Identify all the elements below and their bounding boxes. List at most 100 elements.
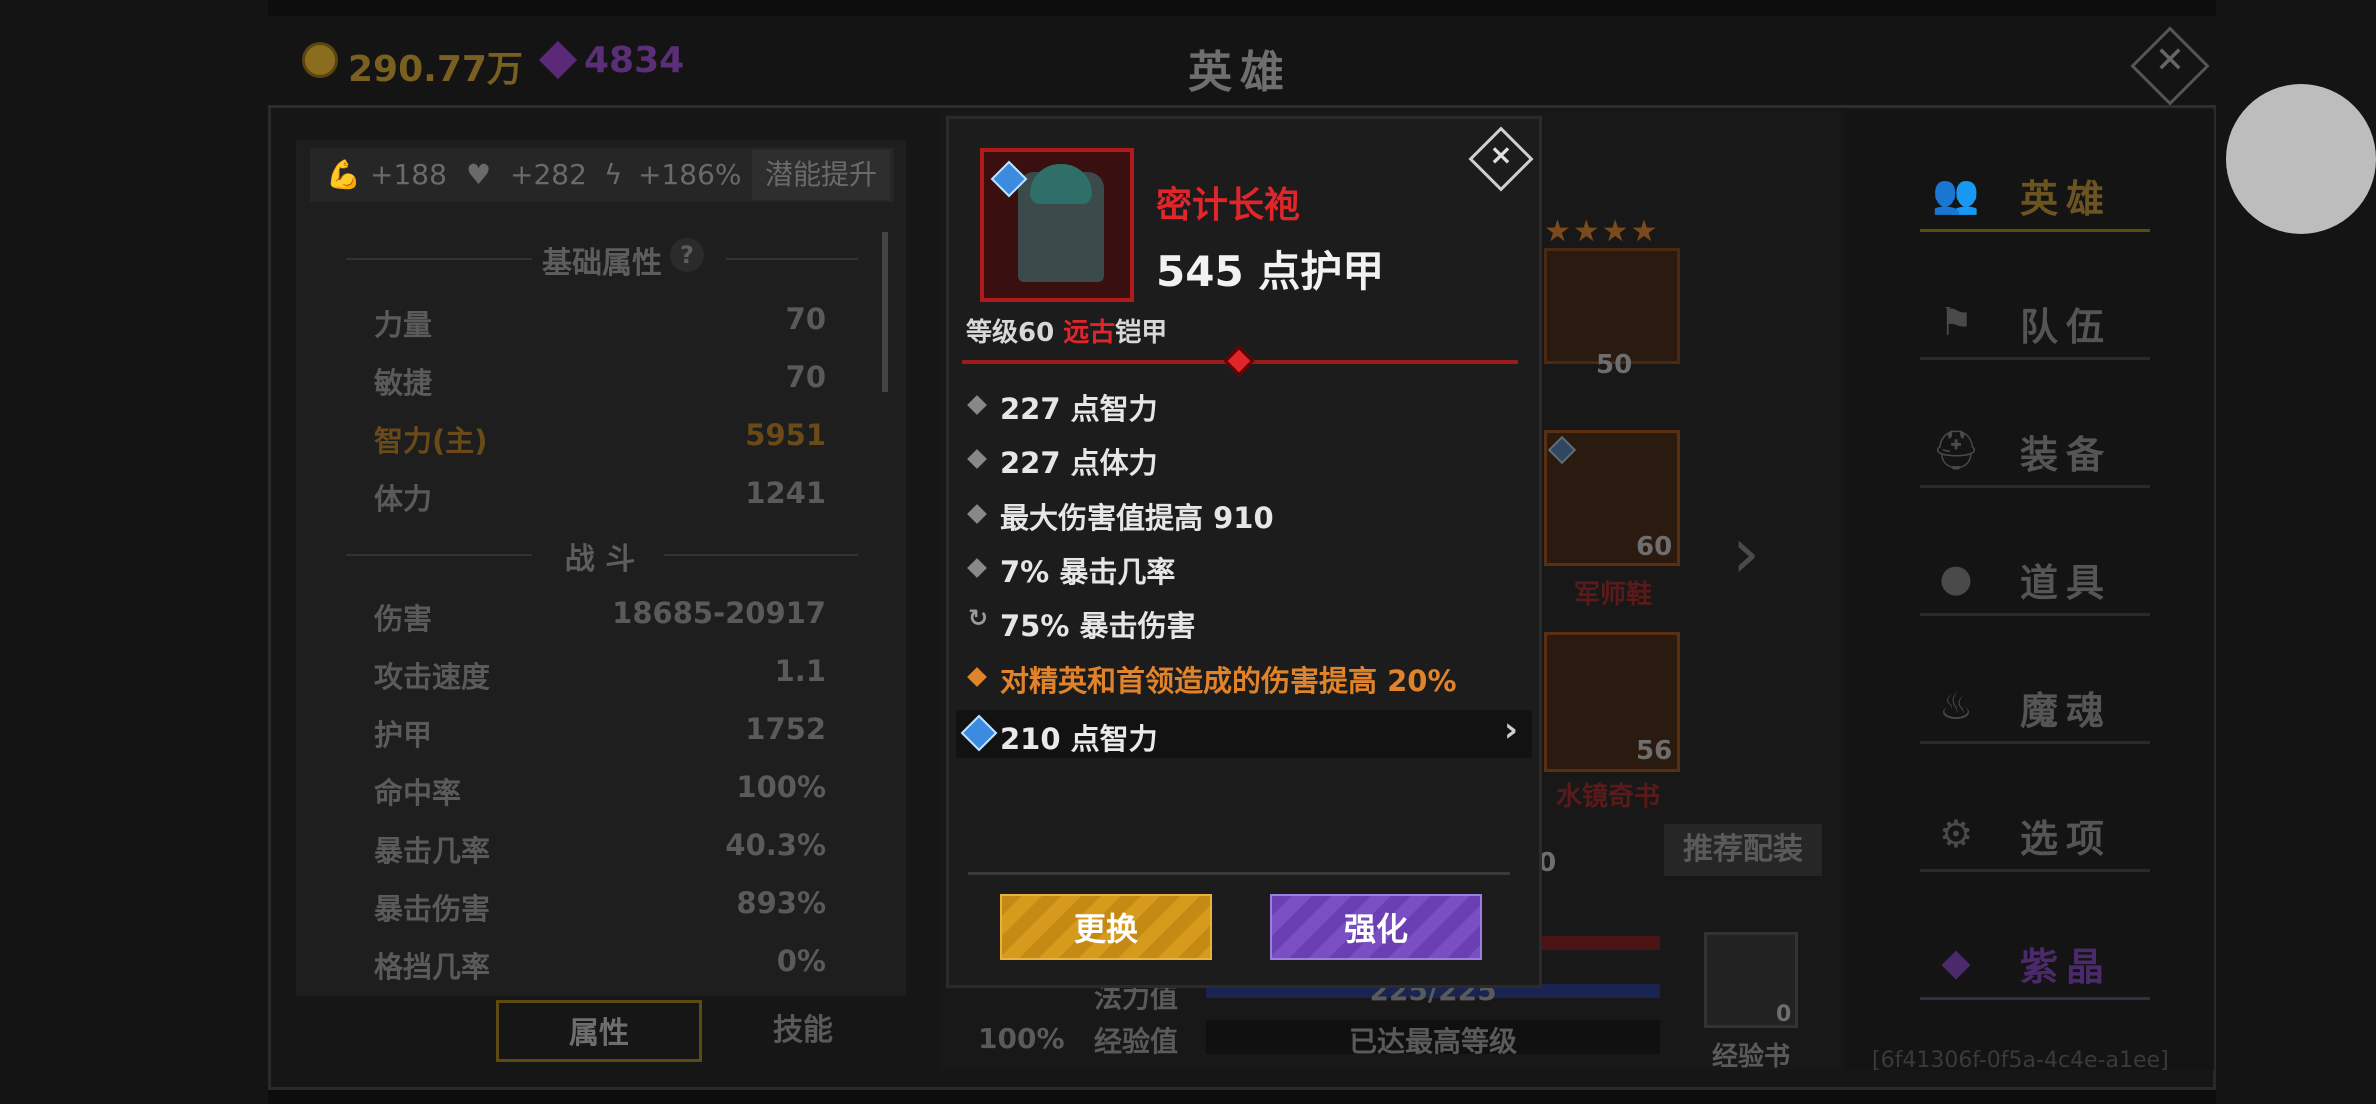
nav-label: 装备	[2020, 433, 2113, 477]
strength-icon: 💪	[326, 158, 361, 191]
game-screen: 290.77万 4834 英雄 ✕ 💪 +188 ♥ +282 ϟ +186% …	[0, 0, 2376, 1104]
flame-icon: ♨	[1938, 684, 1974, 728]
nav-label: 英雄	[2020, 177, 2113, 221]
speed-buff: +186%	[638, 158, 742, 191]
socket-stat: 210 点智力	[1000, 722, 1158, 756]
enhance-button[interactable]: 强化	[1270, 894, 1482, 960]
close-icon: ✕	[2154, 40, 2186, 81]
stat-label: 体力	[374, 482, 433, 516]
stat-value: 70	[785, 360, 826, 394]
chevron-right-icon: ›	[1503, 710, 1518, 750]
left-background	[0, 0, 268, 1104]
nav-label: 队伍	[2020, 305, 2113, 349]
socket-gem-icon	[960, 714, 998, 752]
item-quality: 远古	[1063, 318, 1116, 348]
chevron-right-icon[interactable]: ›	[1732, 512, 1760, 594]
nav-label: 紫晶	[2020, 945, 2113, 989]
item-armor: 545 点护甲	[1156, 247, 1385, 296]
session-id: [6f41306f-0f5a-4c4e-a1ee]	[1872, 1048, 2169, 1073]
item-type: 铠甲	[1115, 318, 1168, 348]
stat-value-primary: 5951	[745, 418, 826, 452]
gear-icon: ⚙	[1938, 812, 1974, 856]
hood-shape	[1030, 164, 1092, 204]
crystal-icon: ◆	[1941, 940, 1971, 984]
socket-row[interactable]: 210 点智力 ›	[956, 710, 1532, 758]
scrollbar[interactable]	[882, 232, 888, 392]
gold-coin-icon	[302, 42, 338, 78]
stat-label: 暴击几率	[374, 834, 491, 868]
nav-team[interactable]: ⚑ 队伍	[1920, 274, 2150, 360]
nav-heroes[interactable]: 👥 英雄	[1920, 146, 2150, 232]
nav-items[interactable]: ● 道具	[1920, 530, 2150, 616]
exp-value: 已达最高等级	[1348, 1025, 1517, 1058]
stat-value: 1752	[745, 712, 826, 746]
divider	[346, 554, 532, 556]
affix: 227 点体力	[1000, 446, 1158, 480]
bag-icon: ●	[1939, 556, 1973, 600]
affix: 7% 暴击几率	[1000, 555, 1176, 589]
affix-legendary: 对精英和首领造成的伤害提高 20%	[1000, 664, 1457, 698]
gold-amount: 290.77万	[348, 49, 523, 90]
nav-equipment[interactable]: ⛑ 装备	[1920, 402, 2150, 488]
affix: 最大伤害值提高 910	[1000, 501, 1274, 535]
stat-label: 命中率	[374, 776, 462, 810]
window-title: 英雄	[1188, 47, 1292, 98]
close-icon: ×	[1489, 138, 1513, 171]
equipment-slot-top[interactable]	[1544, 248, 1680, 364]
stat-label: 格挡几率	[374, 950, 491, 984]
basic-section-title: 基础属性	[542, 246, 662, 281]
stat-label: 敏捷	[374, 366, 433, 400]
tab-skills[interactable]: 技能	[720, 1000, 886, 1062]
heart-icon: ♥	[466, 158, 492, 191]
slot-level: 60	[1636, 532, 1673, 562]
stat-label: 力量	[374, 308, 433, 342]
gem-amount: 4834	[584, 40, 685, 81]
slot-level: 56	[1636, 736, 1673, 766]
strength-buff: +188	[370, 158, 447, 191]
divider	[726, 258, 858, 260]
nav-label: 选项	[2020, 817, 2113, 861]
nav-crystal[interactable]: ◆ 紫晶	[1920, 914, 2150, 1000]
floating-button[interactable]	[2226, 84, 2376, 234]
lightning-icon: ϟ	[604, 158, 623, 191]
nav-label: 魔魂	[2020, 689, 2113, 733]
stat-value: 40.3%	[725, 828, 826, 862]
tab-attributes[interactable]: 属性	[496, 1000, 702, 1062]
stat-label: 攻击速度	[374, 660, 491, 694]
help-button[interactable]: ?	[670, 238, 704, 272]
percent-value: 100%	[978, 1022, 1065, 1055]
nav-soul[interactable]: ♨ 魔魂	[1920, 658, 2150, 744]
recommend-loadout-button[interactable]: 推荐配装	[1664, 824, 1822, 876]
stat-value: 0%	[776, 944, 826, 978]
nav-label: 道具	[2020, 561, 2113, 605]
item-name: 密计长袍	[1156, 185, 1301, 226]
affix-rerolled: 75% 暴击伤害	[1000, 609, 1196, 643]
nav-options[interactable]: ⚙ 选项	[1920, 786, 2150, 872]
users-icon: 👥	[1932, 172, 1980, 216]
exp-book-count: 0	[1776, 1002, 1792, 1027]
item-level: 等级60	[966, 318, 1064, 348]
reroll-icon: ↻	[968, 604, 989, 632]
stat-label: 护甲	[374, 718, 433, 752]
divider	[346, 258, 532, 260]
combat-section-title: 战 斗	[564, 542, 636, 577]
stat-label: 伤害	[374, 602, 433, 636]
stat-value: 893%	[736, 886, 826, 920]
replace-button[interactable]: 更换	[1000, 894, 1212, 960]
exp-book-label: 经验书	[1712, 1042, 1791, 1072]
potential-button[interactable]: 潜能提升	[752, 150, 890, 200]
affix: 227 点智力	[1000, 392, 1158, 426]
stat-value: 1.1	[774, 654, 826, 688]
stat-label-primary: 智力(主)	[374, 424, 488, 458]
item-level-line: 等级60 远古铠甲	[966, 312, 1167, 349]
flag-icon: ⚑	[1938, 300, 1974, 344]
star-rating: ★★★★	[1544, 214, 1660, 249]
stat-value: 1241	[745, 476, 826, 510]
health-buff: +282	[510, 158, 587, 191]
slot-name: 水镜奇书	[1556, 782, 1661, 812]
divider	[664, 554, 858, 556]
exp-label: 经验值	[1094, 1025, 1179, 1058]
slot-level: 50	[1596, 350, 1633, 380]
divider	[968, 872, 1510, 875]
helmet-icon: ⛑	[1932, 428, 1981, 472]
